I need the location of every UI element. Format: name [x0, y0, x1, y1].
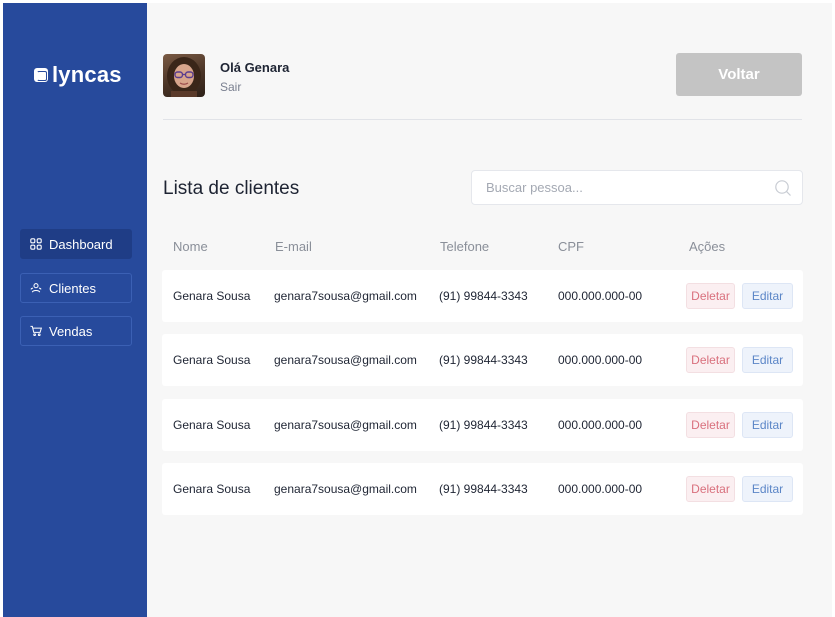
edit-button[interactable]: Editar	[742, 476, 793, 502]
logout-link[interactable]: Sair	[220, 80, 241, 94]
client-name: Genara Sousa	[173, 289, 251, 303]
client-email: genara7sousa@gmail.com	[274, 353, 417, 367]
sidebar-item-vendas[interactable]: Vendas	[20, 316, 132, 346]
client-phone: (91) 99844-3343	[439, 353, 528, 367]
client-name: Genara Sousa	[173, 482, 251, 496]
grid-icon	[30, 238, 42, 250]
client-cpf: 000.000.000-00	[558, 482, 643, 496]
delete-button[interactable]: Deletar	[686, 283, 735, 309]
edit-button[interactable]: Editar	[742, 283, 793, 309]
client-email: genara7sousa@gmail.com	[274, 289, 417, 303]
client-email: genara7sousa@gmail.com	[274, 482, 417, 496]
page-title: Lista de clientes	[163, 178, 300, 199]
sidebar-item-label: Dashboard	[49, 236, 113, 252]
sidebar: lyncas Dashboard Clientes Vendas	[3, 3, 147, 617]
client-phone: (91) 99844-3343	[439, 418, 528, 432]
client-cpf: 000.000.000-00	[558, 289, 643, 303]
avatar	[163, 54, 205, 97]
search-icon[interactable]	[774, 179, 792, 197]
client-cpf: 000.000.000-00	[558, 418, 643, 432]
table-row: Genara Sousa genara7sousa@gmail.com (91)…	[162, 334, 803, 386]
main-content: Olá Genara Sair Voltar Lista de clientes…	[147, 3, 832, 617]
table-row: Genara Sousa genara7sousa@gmail.com (91)…	[162, 463, 803, 515]
sidebar-item-label: Vendas	[49, 323, 93, 339]
client-name: Genara Sousa	[173, 418, 251, 432]
table-row: Genara Sousa genara7sousa@gmail.com (91)…	[162, 399, 803, 451]
table-row: Genara Sousa genara7sousa@gmail.com (91)…	[162, 270, 803, 322]
delete-button[interactable]: Deletar	[686, 412, 735, 438]
users-icon	[30, 282, 42, 294]
delete-button[interactable]: Deletar	[686, 476, 735, 502]
header-divider	[163, 119, 802, 120]
delete-button[interactable]: Deletar	[686, 347, 735, 373]
column-header-nome: Nome	[173, 239, 208, 254]
column-header-cpf: CPF	[558, 239, 584, 254]
sidebar-item-dashboard[interactable]: Dashboard	[20, 229, 132, 259]
lyncas-logo-icon	[34, 68, 48, 82]
client-phone: (91) 99844-3343	[439, 482, 528, 496]
edit-button[interactable]: Editar	[742, 347, 793, 373]
sidebar-item-clientes[interactable]: Clientes	[20, 273, 132, 303]
user-greeting: Olá Genara	[220, 60, 290, 75]
cart-icon	[30, 325, 42, 337]
brand-name: lyncas	[52, 62, 122, 87]
client-cpf: 000.000.000-00	[558, 353, 643, 367]
sidebar-item-label: Clientes	[49, 280, 96, 296]
client-name: Genara Sousa	[173, 353, 251, 367]
column-header-telefone: Telefone	[440, 239, 490, 254]
search-box[interactable]	[471, 170, 803, 205]
brand-logo[interactable]: lyncas	[34, 64, 122, 86]
client-email: genara7sousa@gmail.com	[274, 418, 417, 432]
edit-button[interactable]: Editar	[742, 412, 793, 438]
back-button[interactable]: Voltar	[676, 53, 802, 96]
search-input[interactable]	[486, 180, 766, 195]
client-phone: (91) 99844-3343	[439, 289, 528, 303]
column-header-acoes: Ações	[689, 239, 726, 254]
column-header-email: E-mail	[275, 239, 312, 254]
